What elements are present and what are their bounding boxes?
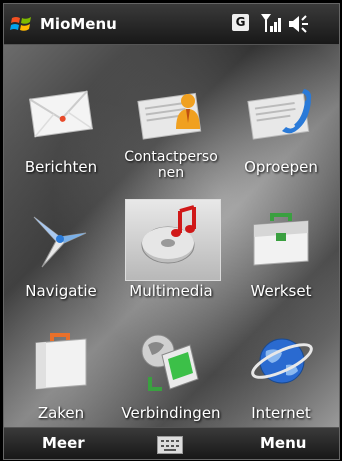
tile-label-line2: nen <box>157 165 185 181</box>
tile-navigatie[interactable]: Navigatie <box>6 197 116 321</box>
signal-strength-icon[interactable] <box>259 12 283 34</box>
tile-label: Zaken <box>37 404 85 422</box>
phone-icon <box>247 89 312 140</box>
navigation-icon <box>33 216 87 268</box>
windows-start-icon[interactable] <box>10 12 34 36</box>
contact-icon <box>137 92 202 140</box>
tile-werkset[interactable]: Werkset <box>226 197 336 321</box>
soft-key-bar: Meer Menu <box>4 427 339 459</box>
multimedia-icon <box>141 205 196 264</box>
tile-label: Verbindingen <box>121 404 221 422</box>
envelope-icon <box>29 90 93 138</box>
title-bar: MioMenu G <box>4 4 339 45</box>
phone-screen: MioMenu G Berichten Contactperso nen Opr… <box>3 3 340 460</box>
tile-label: Contactperso nen <box>116 149 226 181</box>
internet-globe-icon <box>251 338 313 384</box>
tile-label: Werkset <box>250 282 312 300</box>
tile-label-line1: Contactperso <box>124 149 218 165</box>
gprs-status-icon: G <box>232 14 249 31</box>
tile-label: Navigatie <box>25 282 97 300</box>
softkey-right-button[interactable]: Menu <box>260 434 306 452</box>
tile-label: Oproepen <box>244 158 318 176</box>
volume-icon[interactable] <box>287 13 313 35</box>
tile-label: Internet <box>251 404 311 422</box>
tile-zaken[interactable]: Zaken <box>6 319 116 443</box>
toolbox-icon <box>253 213 309 266</box>
connections-icon <box>141 334 199 391</box>
tile-label: Multimedia <box>129 282 213 300</box>
keyboard-icon[interactable] <box>157 436 183 454</box>
tile-berichten[interactable]: Berichten <box>6 73 116 197</box>
briefcase-icon <box>35 333 87 390</box>
tile-oproepen[interactable]: Oproepen <box>226 73 336 197</box>
app-title: MioMenu <box>40 15 117 33</box>
tile-label: Berichten <box>24 158 98 176</box>
tile-internet[interactable]: Internet <box>226 319 336 443</box>
tile-verbindingen[interactable]: Verbindingen <box>116 319 226 443</box>
softkey-left-button[interactable]: Meer <box>42 434 85 452</box>
tile-contactpersonen[interactable]: Contactperso nen <box>116 73 226 197</box>
menu-grid: Berichten Contactperso nen Oproepen Navi… <box>4 45 339 427</box>
tile-multimedia[interactable]: Multimedia <box>116 197 226 321</box>
